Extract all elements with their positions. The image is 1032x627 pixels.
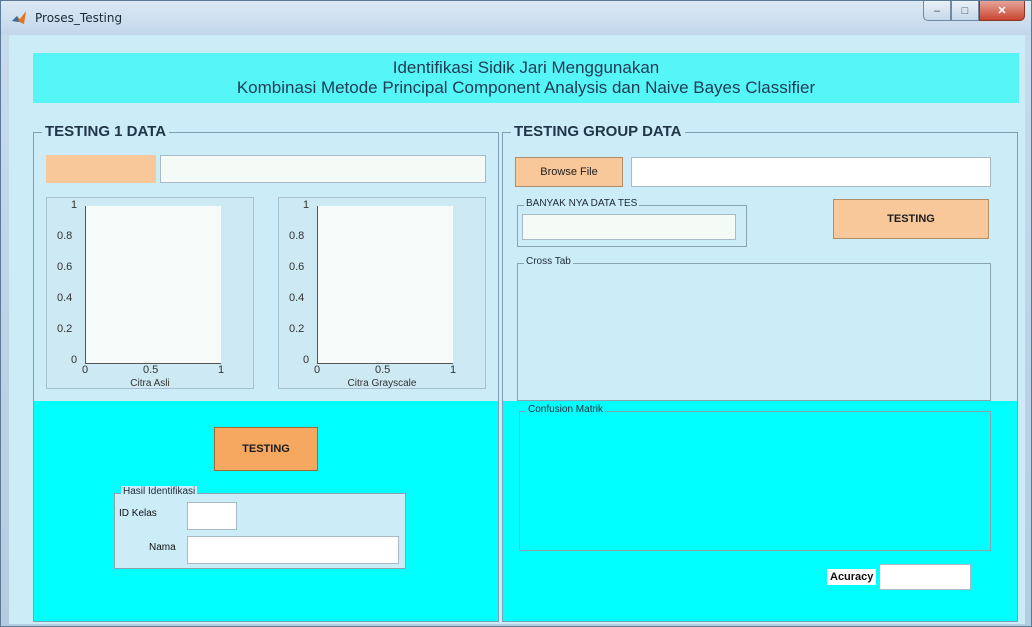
header-title-line-1: Identifikasi Sidik Jari Menggunakan (392, 58, 660, 77)
image-path-field[interactable] (160, 155, 486, 183)
axes-citra-grayscale: 1 0.8 0.6 0.4 0.2 0 0 0.5 1 Citra Graysc… (278, 197, 486, 389)
minimize-icon: – (933, 4, 941, 17)
plot-area-citra-grayscale (317, 206, 453, 364)
panel-title-testing-group: TESTING GROUP DATA (511, 123, 685, 140)
load-image-button[interactable] (46, 155, 156, 183)
ytick: 1 (71, 199, 78, 211)
matlab-icon (12, 11, 26, 24)
nama-label: Nama (149, 542, 176, 553)
figure-client-area: Identifikasi Sidik Jari Menggunakan Komb… (9, 35, 1025, 624)
group-file-path-field[interactable] (631, 157, 991, 187)
banyak-data-tes-field[interactable] (522, 214, 736, 240)
banyak-data-tes-group: BANYAK NYA DATA TES (517, 198, 747, 247)
xtick: 0 (82, 364, 89, 376)
confusion-matrix-group: Confusion Matrik (519, 404, 991, 551)
title-bar: Proses_Testing – □ ✕ (1, 1, 1031, 35)
ytick: 0.2 (57, 323, 73, 335)
group-title-confusion: Confusion Matrik (526, 404, 606, 415)
accuracy-label: Acuracy (827, 569, 877, 585)
xtick: 0.5 (375, 364, 391, 376)
ytick: 0.6 (57, 261, 73, 273)
plot-area-citra-asli (85, 206, 221, 364)
group-title-hasil: Hasil Identifikasi (121, 486, 198, 497)
close-button[interactable]: ✕ (979, 1, 1025, 21)
ytick: 0.4 (57, 292, 73, 304)
panel-title-testing-1: TESTING 1 DATA (42, 123, 170, 140)
ytick: 1 (303, 199, 310, 211)
cross-tab-group: Cross Tab (517, 256, 991, 401)
ytick: 0.8 (57, 230, 73, 242)
nama-field[interactable] (187, 536, 399, 564)
header-banner: Identifikasi Sidik Jari Menggunakan Komb… (33, 53, 1019, 103)
axes-caption: Citra Asli (130, 378, 170, 389)
axes-caption: Citra Grayscale (347, 378, 417, 389)
browse-file-button[interactable]: Browse File (515, 157, 623, 187)
xtick: 1 (218, 364, 225, 376)
xtick: 0 (314, 364, 321, 376)
maximize-button[interactable]: □ (951, 1, 979, 21)
axes-citra-asli: 1 0.8 0.6 0.4 0.2 0 0 0.5 1 Citra Asli (46, 197, 254, 389)
close-icon: ✕ (997, 5, 1007, 17)
minimize-button[interactable]: – (923, 1, 951, 21)
testing-group-panel: TESTING GROUP DATA Browse File BANYAK NY… (502, 123, 1018, 622)
ytick: 0 (303, 354, 310, 366)
id-kelas-field[interactable] (187, 502, 237, 530)
group-title-banyak-data: BANYAK NYA DATA TES (524, 198, 640, 209)
testing-group-button[interactable]: TESTING (833, 199, 989, 239)
id-kelas-label: ID Kelas (119, 508, 157, 519)
application-window: Proses_Testing – □ ✕ Identifikasi Sidik … (0, 0, 1032, 627)
xtick: 0.5 (143, 364, 159, 376)
ytick: 0.8 (289, 230, 305, 242)
xtick: 1 (450, 364, 457, 376)
testing-single-button[interactable]: TESTING (214, 427, 318, 471)
ytick: 0.4 (289, 292, 305, 304)
header-title-line-2: Kombinasi Metode Principal Component Ana… (236, 78, 816, 97)
ytick: 0.2 (289, 323, 305, 335)
testing-single-panel: TESTING 1 DATA 1 0.8 0.6 0.4 0.2 0 0 0.5… (33, 123, 499, 622)
accuracy-field[interactable] (879, 564, 971, 590)
window-title: Proses_Testing (35, 11, 123, 25)
maximize-icon: □ (961, 4, 969, 17)
group-title-cross-tab: Cross Tab (524, 256, 573, 267)
hasil-identifikasi-group: Hasil Identifikasi ID Kelas Nama (114, 486, 406, 569)
ytick: 0.6 (289, 261, 305, 273)
ytick: 0 (71, 354, 78, 366)
